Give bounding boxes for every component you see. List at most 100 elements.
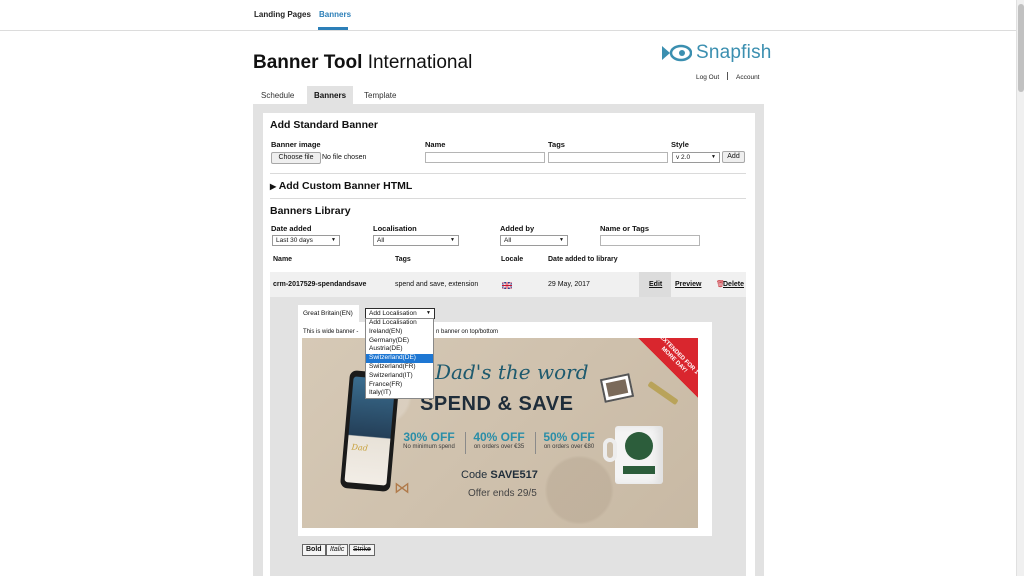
style-label: Style [671, 140, 689, 149]
localisation-option[interactable]: Switzerland(FR) [366, 363, 433, 372]
localisation-option[interactable]: Italy(IT) [366, 389, 433, 398]
localisation-value: All [377, 237, 385, 244]
name-or-tags-input[interactable] [600, 235, 700, 246]
localisation-option[interactable]: Austria(DE) [366, 345, 433, 354]
added-by-value: All [504, 237, 512, 244]
divider [270, 173, 746, 174]
no-file-text: No file chosen [322, 154, 367, 161]
phone-dad-text: Dad [351, 442, 369, 453]
row-name: crm-2017529-spendandsave [273, 281, 367, 288]
offer-30: 30% OFF No minimum spend [398, 430, 460, 450]
custom-banner-toggle[interactable]: ▶ Add Custom Banner HTML [270, 180, 412, 192]
strike-button[interactable]: Strike [349, 544, 375, 556]
logo-wordmark: Snapfish [696, 42, 772, 63]
offer-50-sub: on orders over €80 [543, 444, 595, 450]
offer-30-pct: 30% OFF [403, 430, 455, 444]
column-header-name[interactable]: Name [273, 256, 292, 263]
topnav-tab-banners[interactable]: Banners [319, 10, 351, 19]
chevron-down-icon: ▼ [450, 237, 455, 243]
tab-template[interactable]: Template [357, 86, 403, 104]
date-added-select[interactable]: Last 30 days ▼ [272, 235, 340, 246]
offer-30-sub: No minimum spend [403, 444, 455, 450]
scrollbar-thumb[interactable] [1018, 4, 1024, 92]
banner-script: Dad's the word [435, 360, 589, 384]
promo-code-prefix: Code [461, 469, 491, 481]
delete-link[interactable]: Delete [723, 281, 744, 288]
top-nav: Landing Pages Banners [0, 0, 1016, 31]
account-separator [727, 72, 728, 80]
localisation-option[interactable]: Switzerland(IT) [366, 372, 433, 381]
tab-schedule[interactable]: Schedule [254, 86, 301, 104]
localisation-label: Localisation [373, 224, 417, 233]
name-or-tags-label: Name or Tags [600, 224, 650, 233]
offer-40-pct: 40% OFF [473, 430, 525, 444]
added-by-select[interactable]: All ▼ [500, 235, 568, 246]
bold-button[interactable]: Bold [302, 544, 326, 556]
offer-50: 50% OFF on orders over €80 [538, 430, 600, 450]
offer-50-pct: 50% OFF [543, 430, 595, 444]
date-added-value: Last 30 days [276, 237, 313, 244]
mug-handle [603, 438, 617, 462]
tags-input[interactable] [548, 152, 668, 163]
edit-link[interactable]: Edit [649, 281, 662, 288]
localisation-option[interactable]: Germany(DE) [366, 337, 433, 346]
offer-40-sub: on orders over €35 [473, 444, 525, 450]
localisation-option[interactable]: Switzerland(DE) [366, 354, 433, 363]
chevron-down-icon: ▼ [331, 237, 336, 243]
offer-40: 40% OFF on orders over €35 [468, 430, 530, 450]
name-input[interactable] [425, 152, 545, 163]
tab-banners[interactable]: Banners [307, 86, 354, 104]
preview-link[interactable]: Preview [675, 281, 701, 288]
offer-divider [535, 432, 536, 454]
column-header-date[interactable]: Date added to library [548, 256, 618, 263]
banner-image-label: Banner image [271, 140, 321, 149]
custom-banner-heading: Add Custom Banner HTML [278, 180, 413, 192]
offer-ends: Offer ends 29/5 [468, 488, 537, 499]
locale-tab-great-britain[interactable]: Great Britain(EN) [298, 305, 359, 323]
fish-logo-icon [662, 44, 692, 62]
promo-code-value: SAVE517 [490, 469, 538, 481]
bowtie-icon: ⋈ [394, 480, 410, 497]
chevron-down-icon: ▼ [559, 237, 564, 243]
mug-globe [625, 432, 653, 460]
column-header-tags[interactable]: Tags [395, 256, 411, 263]
row-date: 29 May, 2017 [548, 281, 590, 288]
uk-flag-icon [502, 282, 512, 289]
localisation-dropdown-list: Add Localisation Ireland(EN) Germany(DE) Au… [365, 318, 434, 399]
style-select[interactable]: v 2.0 ▼ [672, 152, 720, 163]
page-title-rest: International [362, 52, 473, 73]
localisation-option[interactable]: France(FR) [366, 381, 433, 390]
choose-file-button[interactable]: Choose file [271, 152, 321, 164]
row-tags: spend and save, extension [395, 281, 479, 288]
keyring-photo [605, 379, 629, 397]
add-button[interactable]: Add [722, 151, 745, 163]
name-label: Name [425, 140, 446, 149]
banner-headline: SPEND & SAVE [420, 393, 574, 415]
divider [270, 198, 746, 199]
add-localisation-value: Add Localisation [369, 310, 417, 317]
added-by-label: Added by [500, 224, 535, 233]
localisation-option[interactable]: Add Localisation [366, 319, 433, 328]
page-scrollbar[interactable] [1016, 0, 1024, 576]
offer-divider [465, 432, 466, 454]
page-title-bold: Banner Tool [253, 52, 363, 73]
localisation-select[interactable]: All ▼ [373, 235, 459, 246]
page-title: Banner Tool International [253, 52, 472, 74]
add-standard-banner-heading: Add Standard Banner [270, 119, 378, 131]
banner-image: EXTENDED FOR 1 MORE DAY! Dad ⋈ Dad's the… [302, 338, 698, 528]
tags-label: Tags [548, 140, 565, 149]
promo-code: Code SAVE517 [461, 469, 538, 481]
chevron-down-icon: ▼ [711, 154, 716, 160]
account-link[interactable]: Account [736, 74, 760, 81]
localisation-option[interactable]: Ireland(EN) [366, 328, 433, 337]
italic-button[interactable]: Italic [326, 544, 349, 556]
logout-link[interactable]: Log Out [696, 74, 719, 81]
active-tab-indicator [318, 27, 348, 30]
triangle-right-icon: ▶ [270, 182, 277, 191]
chevron-down-icon: ▼ [426, 310, 431, 316]
style-select-value: v 2.0 [676, 154, 691, 161]
topnav-tab-landing-pages[interactable]: Landing Pages [254, 10, 311, 19]
mug-image [603, 426, 663, 484]
column-header-locale[interactable]: Locale [501, 256, 523, 263]
banner-caption-left: This is wide banner - [303, 329, 359, 335]
